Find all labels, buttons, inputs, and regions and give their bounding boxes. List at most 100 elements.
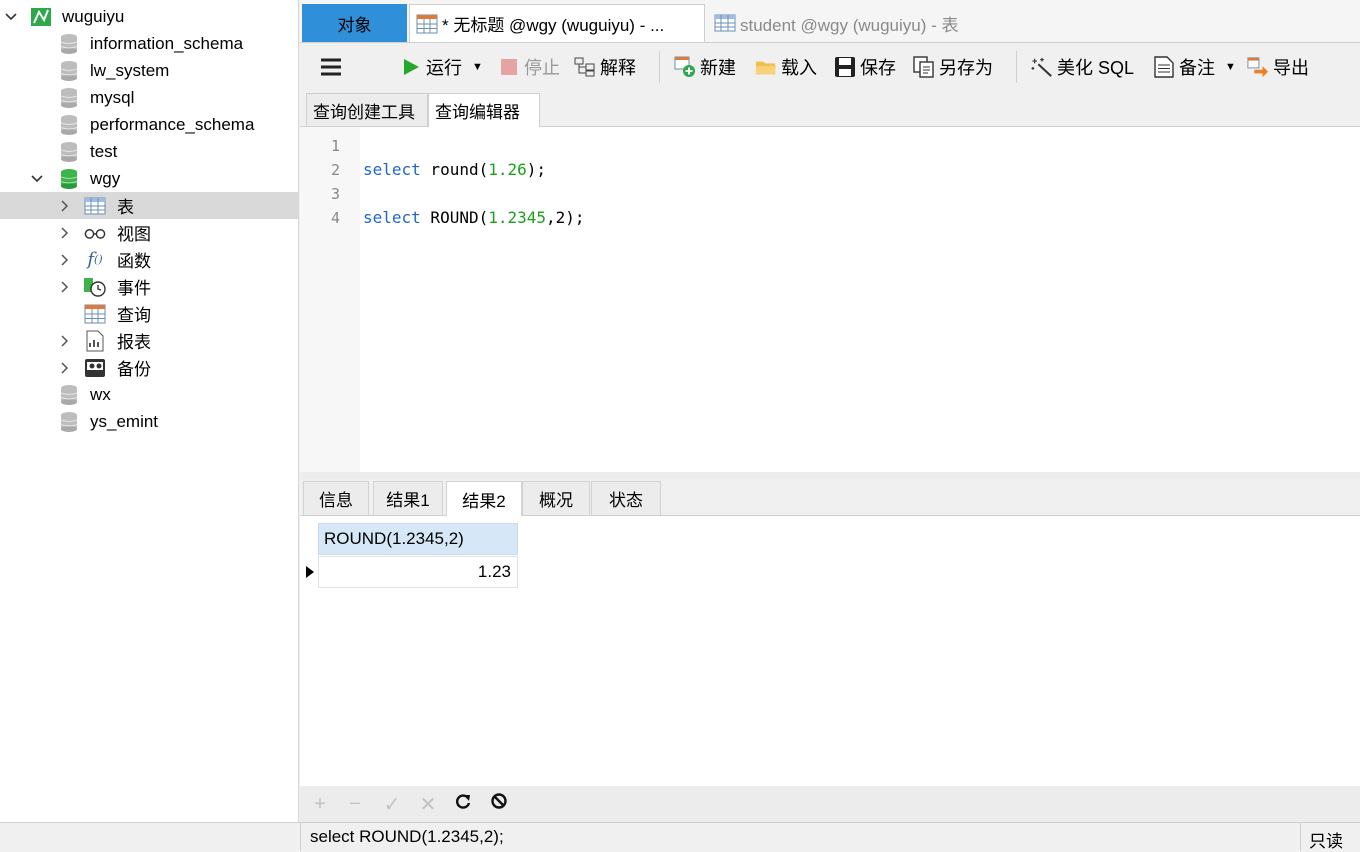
new-button[interactable]: 新建: [674, 53, 736, 81]
chevron-right-icon[interactable]: [57, 226, 71, 240]
sql-editor[interactable]: 1 2 3 4 select round(1.26); select ROUND…: [300, 127, 1360, 472]
line-number: 4: [330, 209, 340, 227]
comment-button[interactable]: 备注 ▼: [1153, 53, 1236, 81]
chevron-right-icon[interactable]: [57, 361, 71, 375]
database-node[interactable]: test: [0, 138, 298, 165]
refresh-button[interactable]: [451, 792, 475, 816]
column-header[interactable]: ROUND(1.2345,2): [318, 523, 518, 555]
database-icon: [58, 384, 80, 406]
database-node[interactable]: mysql: [0, 84, 298, 111]
line-number: 3: [330, 185, 340, 203]
tab-info[interactable]: 信息: [303, 481, 369, 515]
menu-button[interactable]: [320, 53, 342, 81]
sql-number: 1.2345: [488, 208, 547, 227]
stop-square-icon: [498, 56, 520, 78]
pane-splitter[interactable]: [300, 472, 1360, 479]
stop-button[interactable]: 停止: [498, 53, 560, 81]
database-label: information_schema: [90, 33, 244, 53]
database-label: lw_system: [90, 60, 170, 80]
cell-value: 1.23: [477, 562, 511, 581]
database-icon: [58, 60, 80, 82]
comment-label: 备注: [1179, 58, 1215, 78]
hamburger-icon: [320, 56, 342, 78]
open-database-node[interactable]: wgy: [0, 165, 298, 192]
tab-overview[interactable]: 概况: [522, 481, 590, 515]
result-cell[interactable]: 1.23: [318, 556, 518, 588]
table-icon: [84, 195, 106, 217]
connection-node[interactable]: wuguiyu: [0, 3, 298, 30]
chevron-right-icon[interactable]: [57, 199, 71, 213]
toolbar-divider: [1016, 51, 1017, 83]
caret-down-icon[interactable]: ▼: [1225, 61, 1236, 73]
tab-label: 查询创建工具: [313, 102, 415, 122]
tree-item-label: 备份: [117, 360, 151, 379]
add-record-button[interactable]: +: [308, 792, 332, 816]
tab-student-table[interactable]: student @wgy (wuguiyu) - 表: [708, 4, 1308, 42]
tree-item-label: 事件: [117, 279, 151, 298]
chevron-right-icon[interactable]: [57, 334, 71, 348]
x-icon: ✕: [419, 793, 437, 816]
apply-changes-button[interactable]: ✓: [380, 792, 404, 816]
chevron-right-icon[interactable]: [57, 280, 71, 294]
database-node[interactable]: lw_system: [0, 57, 298, 84]
result-tabs: 信息 结果1 结果2 概况 状态: [300, 479, 1360, 516]
export-button[interactable]: 导出: [1247, 53, 1309, 81]
sql-keyword: select: [363, 160, 421, 179]
database-open-icon: [58, 168, 80, 190]
plus-icon: +: [314, 792, 326, 815]
database-icon: [58, 33, 80, 55]
beautify-sql-button[interactable]: 美化 SQL: [1031, 53, 1134, 81]
load-button[interactable]: 载入: [755, 53, 817, 81]
status-divider: [300, 823, 301, 851]
tab-query-editor[interactable]: 查询编辑器: [428, 93, 540, 127]
save-as-button[interactable]: 另存为: [913, 53, 993, 81]
sql-function: round(: [420, 160, 489, 179]
tab-query-builder[interactable]: 查询创建工具: [306, 93, 428, 126]
database-icon: [58, 114, 80, 136]
report-icon: [84, 330, 106, 352]
tab-label: 信息: [319, 491, 353, 510]
table-icon: [714, 14, 736, 32]
mysql-connection-icon: [30, 6, 52, 28]
discard-changes-button[interactable]: ✕: [416, 792, 440, 816]
tab-objects[interactable]: 对象: [302, 4, 407, 42]
chevron-down-icon[interactable]: [30, 172, 44, 186]
database-node[interactable]: information_schema: [0, 30, 298, 57]
tree-item-label: 函数: [117, 252, 151, 271]
tab-result2[interactable]: 结果2: [446, 481, 522, 516]
tree-item-tables[interactable]: 表: [0, 192, 298, 219]
check-icon: ✓: [383, 793, 401, 816]
magic-wand-icon: [1031, 56, 1053, 78]
save-button[interactable]: 保存: [834, 53, 896, 81]
tree-item-queries[interactable]: 查询: [0, 300, 298, 327]
tree-item-functions[interactable]: f() 函数: [0, 246, 298, 273]
folder-icon: [755, 56, 777, 78]
status-readonly: 只读: [1309, 832, 1343, 851]
tree-item-reports[interactable]: 报表: [0, 327, 298, 354]
explain-icon: [574, 56, 596, 78]
database-node[interactable]: ys_emint: [0, 408, 298, 435]
load-label: 载入: [781, 58, 817, 78]
tree-item-views[interactable]: 视图: [0, 219, 298, 246]
tree-item-events[interactable]: 事件: [0, 273, 298, 300]
stop-button[interactable]: [487, 792, 511, 816]
note-icon: [1153, 56, 1175, 78]
tab-result1[interactable]: 结果1: [373, 481, 443, 515]
delete-record-button[interactable]: −: [343, 792, 367, 816]
database-node[interactable]: wx: [0, 381, 298, 408]
chevron-down-icon[interactable]: [4, 10, 18, 24]
tree-item-backups[interactable]: 备份: [0, 354, 298, 381]
tab-status[interactable]: 状态: [591, 481, 661, 515]
database-node[interactable]: performance_schema: [0, 111, 298, 138]
run-button[interactable]: 运行 ▼: [400, 53, 483, 81]
explain-button[interactable]: 解释: [574, 53, 636, 81]
sql-number: 1.26: [488, 160, 527, 179]
caret-down-icon[interactable]: ▼: [472, 61, 483, 73]
save-as-label: 另存为: [939, 58, 993, 78]
chevron-right-icon[interactable]: [57, 253, 71, 267]
tab-label: 概况: [539, 491, 573, 510]
row-pointer-icon: [302, 556, 318, 588]
tab-untitled-query[interactable]: * 无标题 @wgy (wuguiyu) - ...: [409, 4, 705, 42]
document-tabbar: 对象 * 无标题 @wgy (wuguiyu) - ... student @w…: [300, 0, 1360, 43]
database-icon: [58, 87, 80, 109]
